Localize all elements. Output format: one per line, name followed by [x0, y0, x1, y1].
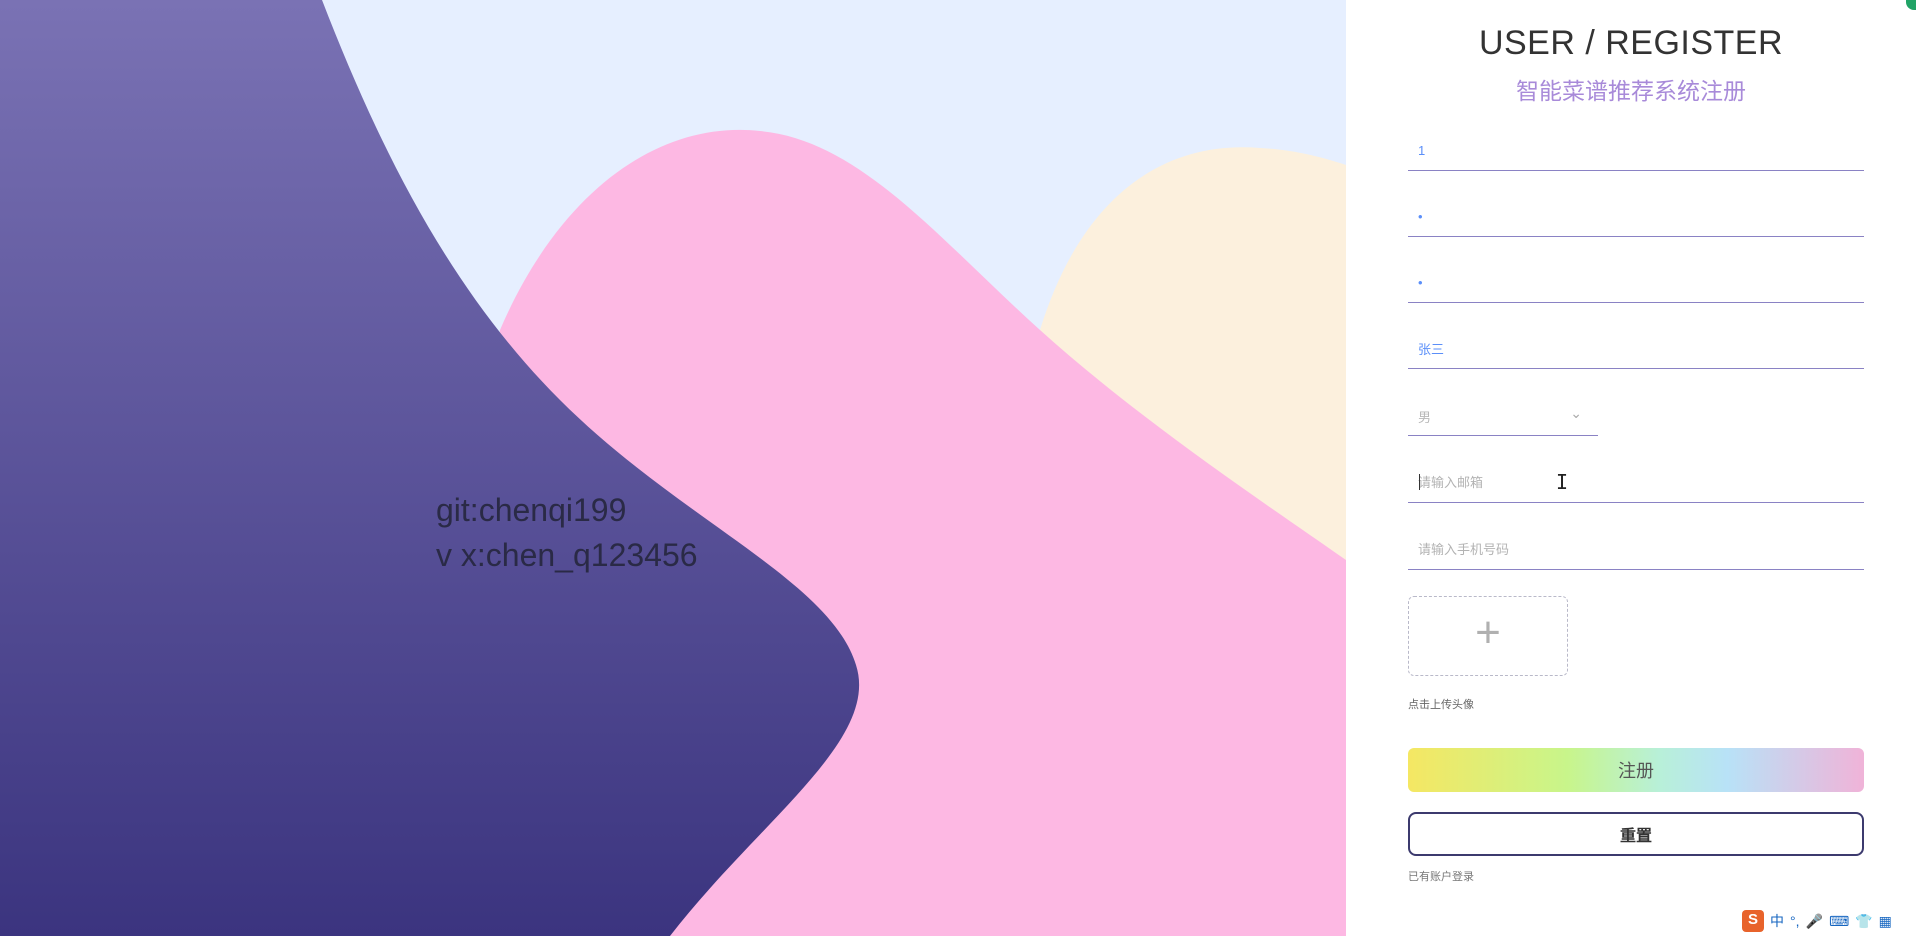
plus-icon: + — [1475, 608, 1501, 657]
email-input[interactable] — [1408, 462, 1858, 502]
confirm-password-field — [1408, 262, 1864, 303]
email-field: I — [1408, 462, 1864, 503]
keyboard-icon[interactable]: ⌨ — [1829, 911, 1849, 931]
watermark-contact: v x:chen_q123456 — [436, 537, 698, 573]
avatar-upload[interactable]: + — [1408, 596, 1568, 676]
phone-input[interactable] — [1408, 529, 1858, 569]
reset-button[interactable]: 重置 — [1408, 812, 1864, 856]
upload-tip: 点击上传头像 — [1408, 699, 1474, 711]
gender-select[interactable]: 男 ⌄ — [1408, 395, 1598, 436]
gender-value: 男 — [1418, 410, 1432, 425]
confirm-password-input[interactable] — [1408, 262, 1858, 302]
register-button[interactable]: 注册 — [1408, 748, 1864, 792]
background-shapes — [0, 0, 1346, 936]
register-panel: USER / REGISTER 智能菜谱推荐系统注册 男 ⌄ I + 点击上传头… — [1346, 0, 1916, 936]
page-subtitle: 智能菜谱推荐系统注册 — [1516, 78, 1746, 104]
ime-toolbar: S 中 °, 🎤 ⌨ 👕 ▦ — [1742, 910, 1892, 932]
text-cursor-icon: I — [1556, 470, 1569, 494]
background-illustration: git:chenqi199 v x:chen_q123456 — [0, 0, 1346, 936]
password-field — [1408, 196, 1864, 237]
login-link[interactable]: 已有账户登录 — [1408, 868, 1474, 884]
chevron-down-icon: ⌄ — [1570, 405, 1582, 421]
realname-field — [1408, 328, 1864, 369]
text-caret — [1419, 474, 1420, 490]
microphone-icon[interactable]: 🎤 — [1806, 911, 1823, 931]
skin-icon[interactable]: 👕 — [1855, 911, 1872, 931]
username-field — [1408, 130, 1864, 171]
realname-input[interactable] — [1408, 328, 1858, 368]
watermark-text: git:chenqi199 v x:chen_q123456 — [436, 488, 698, 578]
username-input[interactable] — [1408, 130, 1858, 170]
page-title: USER / REGISTER — [1478, 24, 1784, 62]
grid-menu-icon[interactable]: ▦ — [1879, 911, 1892, 931]
password-input[interactable] — [1408, 196, 1858, 236]
sogou-ime-icon[interactable]: S — [1742, 910, 1764, 932]
ime-lang-toggle[interactable]: 中 — [1770, 911, 1784, 931]
watermark-git: git:chenqi199 — [436, 492, 627, 528]
phone-field — [1408, 529, 1864, 570]
ime-punct-icon[interactable]: °, — [1790, 911, 1800, 931]
